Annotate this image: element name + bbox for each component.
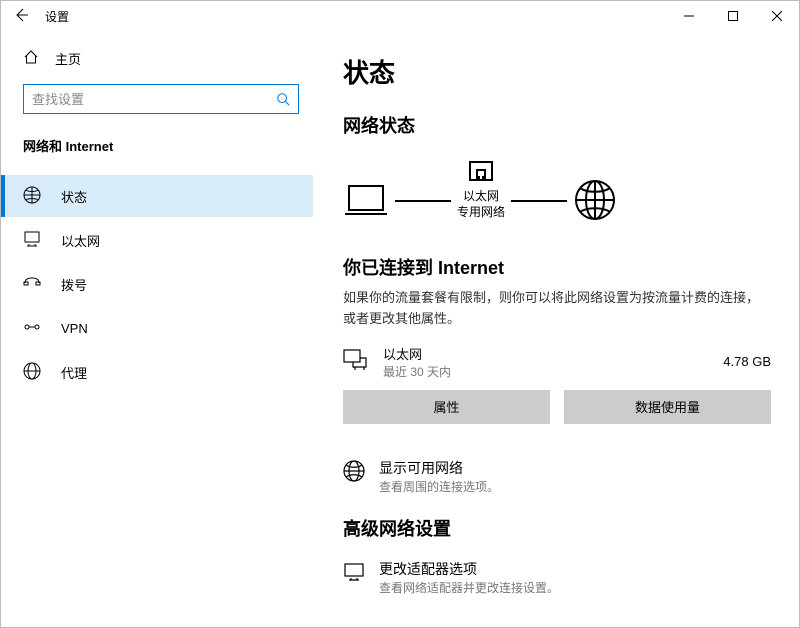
sidebar-item-label: 状态 xyxy=(61,187,87,206)
globe-small-icon xyxy=(343,458,365,485)
ethernet-adapter-icon xyxy=(343,349,369,374)
connection-usage: 4.78 GB xyxy=(723,354,771,369)
network-diagram: 以太网 专用网络 xyxy=(343,156,771,246)
sidebar-item-label: 代理 xyxy=(61,363,87,382)
ethernet-icon xyxy=(23,230,41,251)
content-area: 状态 网络状态 以太网 专用网络 xyxy=(313,31,799,627)
connection-sub: 最近 30 天内 xyxy=(383,363,451,380)
search-box[interactable] xyxy=(23,84,299,114)
connected-desc: 如果你的流量套餐有限制，则你可以将此网络设置为按流量计费的连接，或者更改其他属性… xyxy=(343,288,763,330)
back-button[interactable] xyxy=(13,7,29,26)
available-networks-title: 显示可用网络 xyxy=(379,458,499,478)
home-label: 主页 xyxy=(55,49,81,68)
sidebar-item-label: VPN xyxy=(61,321,88,336)
sidebar-item-label: 以太网 xyxy=(61,231,100,250)
connection-name: 以太网 xyxy=(383,344,451,363)
sidebar-item-proxy[interactable]: 代理 xyxy=(1,351,313,393)
home-link[interactable]: 主页 xyxy=(1,41,313,76)
connection-row: 以太网 最近 30 天内 4.78 GB xyxy=(343,344,771,380)
router-icon xyxy=(466,156,496,189)
vpn-icon xyxy=(23,318,41,339)
advanced-heading: 高级网络设置 xyxy=(343,515,771,541)
window-title: 设置 xyxy=(45,8,69,25)
sidebar-item-dialup[interactable]: 拨号 xyxy=(1,263,313,305)
search-input[interactable] xyxy=(32,92,276,107)
home-icon xyxy=(23,49,39,68)
maximize-button[interactable] xyxy=(711,1,755,31)
globe-large-icon xyxy=(573,178,617,225)
search-icon xyxy=(276,92,290,106)
network-status-heading: 网络状态 xyxy=(343,112,771,138)
category-heading: 网络和 Internet xyxy=(1,122,313,165)
diagram-conn-sub: 专用网络 xyxy=(457,205,505,221)
globe-icon xyxy=(23,186,41,207)
page-title: 状态 xyxy=(343,53,771,90)
minimize-button[interactable] xyxy=(667,1,711,31)
connected-heading: 你已连接到 Internet xyxy=(343,254,771,280)
adapter-icon xyxy=(343,559,365,586)
available-networks-sub: 查看周围的连接选项。 xyxy=(379,478,499,495)
diagram-conn-label: 以太网 xyxy=(457,189,505,205)
adapter-options-sub: 查看网络适配器并更改连接设置。 xyxy=(379,579,559,596)
available-networks-link[interactable]: 显示可用网络 查看周围的连接选项。 xyxy=(343,458,771,495)
proxy-icon xyxy=(23,362,41,383)
close-button[interactable] xyxy=(755,1,799,31)
sidebar-item-status[interactable]: 状态 xyxy=(1,175,313,217)
sidebar-item-vpn[interactable]: VPN xyxy=(1,307,313,349)
sidebar-item-label: 拨号 xyxy=(61,275,87,294)
dialup-icon xyxy=(23,274,41,295)
data-usage-button[interactable]: 数据使用量 xyxy=(564,390,771,424)
adapter-options-title: 更改适配器选项 xyxy=(379,559,559,579)
titlebar: 设置 xyxy=(1,1,799,31)
sidebar: 主页 网络和 Internet 状态 xyxy=(1,31,313,627)
laptop-icon xyxy=(343,182,389,221)
adapter-options-link[interactable]: 更改适配器选项 查看网络适配器并更改连接设置。 xyxy=(343,559,771,596)
sidebar-item-ethernet[interactable]: 以太网 xyxy=(1,219,313,261)
properties-button[interactable]: 属性 xyxy=(343,390,550,424)
